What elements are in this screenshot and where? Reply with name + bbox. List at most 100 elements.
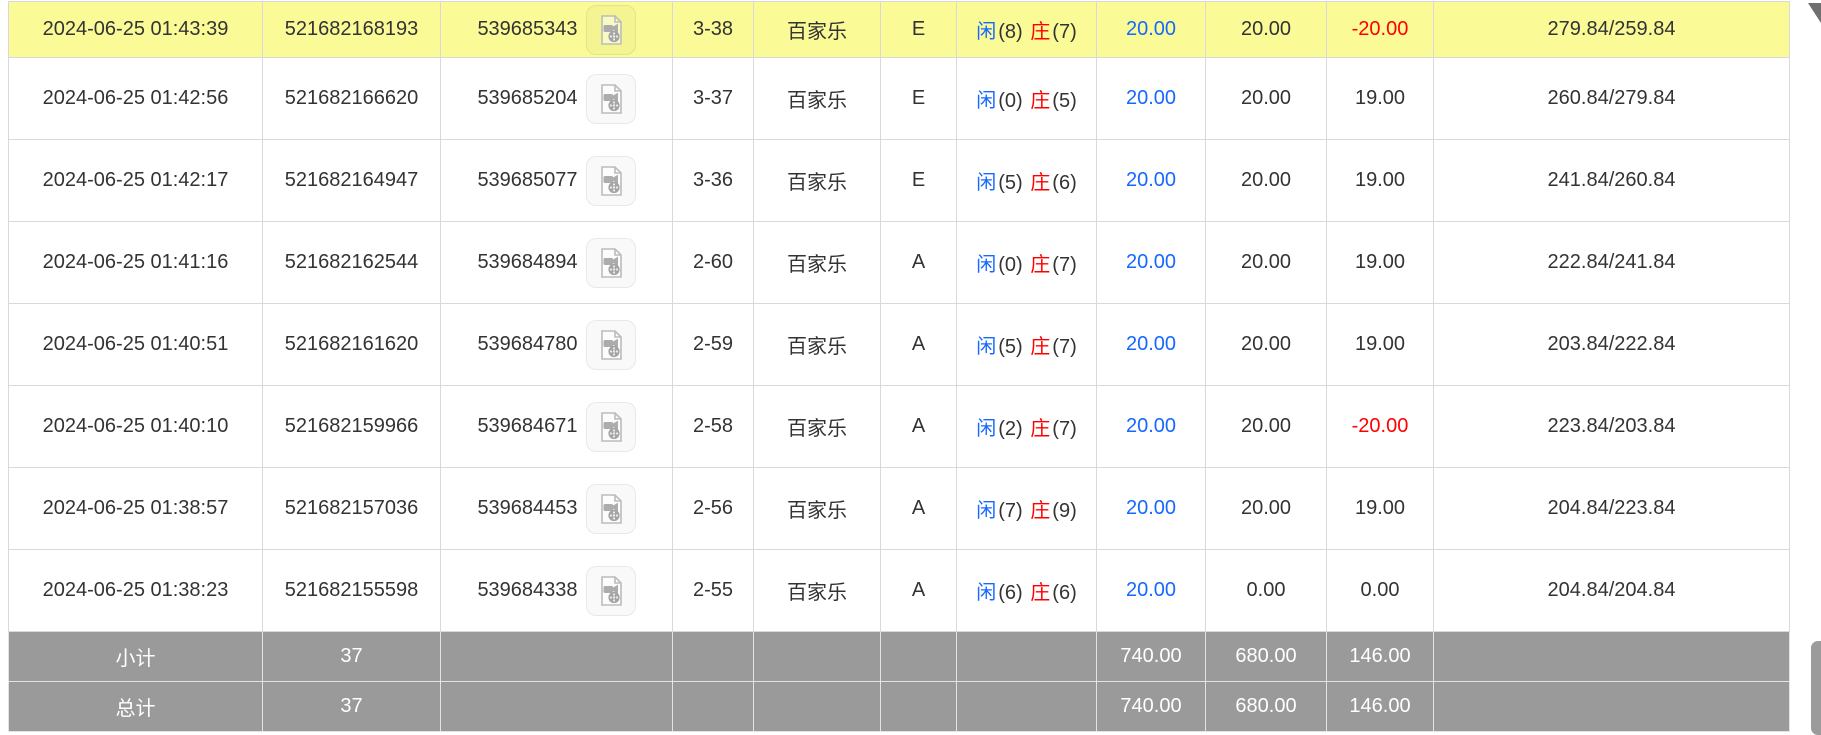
cell-order-no: 521682161620 [263,304,441,386]
video-file-icon [594,328,628,362]
cell-room-code: A [881,304,957,386]
cell-bet-amount: 20.00 [1097,58,1206,140]
cell-game-type: 百家乐 [754,2,881,58]
betting-records-screen: 2024-06-25 01:43:39521682168193539685343… [0,0,1821,735]
scrollbar-thumb[interactable] [1811,641,1821,735]
video-replay-button[interactable] [586,402,636,452]
cell-table-round: 3-36 [673,140,754,222]
cell-balance: 222.84/241.84 [1434,222,1790,304]
game-no-text: 539684894 [477,251,577,274]
table-row[interactable]: 2024-06-25 01:41:16521682162544 539684894… [9,222,1790,304]
game-no-group: 539684453 [441,484,672,534]
cell-room-code: A [881,550,957,632]
video-file-icon [594,13,628,47]
cell-win-loss: 19.00 [1327,304,1434,386]
table-row[interactable]: 2024-06-25 01:40:10521682159966539684671… [9,386,1790,468]
cell-bet-time: 2024-06-25 01:38:57 [9,468,263,550]
video-replay-button[interactable] [586,238,636,288]
player-result-label: 闲 [975,172,997,194]
summary-bet-total: 740.00 [1097,682,1206,732]
summary-bet-total: 740.00 [1097,632,1206,682]
cell-table-round: 2-58 [673,386,754,468]
table-row[interactable]: 2024-06-25 01:38:57521682157036539684453… [9,468,1790,550]
cell-bet-time: 2024-06-25 01:38:23 [9,550,263,632]
video-replay-button[interactable] [586,74,636,124]
video-replay-button[interactable] [586,156,636,206]
player-result-label: 闲 [975,418,997,440]
summary-empty-cell [754,682,881,732]
records-table-body: 2024-06-25 01:43:39521682168193539685343… [9,2,1790,732]
cell-win-loss: 19.00 [1327,222,1434,304]
cell-bet-time: 2024-06-25 01:41:16 [9,222,263,304]
cell-balance: 260.84/279.84 [1434,58,1790,140]
cell-game-no: 539684780 [441,304,673,386]
video-file-icon [594,410,628,444]
cell-order-no: 521682166620 [263,58,441,140]
cell-win-loss: -20.00 [1327,386,1434,468]
cell-order-no: 521682162544 [263,222,441,304]
cell-table-round: 2-59 [673,304,754,386]
cell-table-round: 2-56 [673,468,754,550]
scroll-corner-arrow-icon[interactable] [1808,3,1821,23]
game-no-group: 539685343 [441,5,672,55]
cell-bet-amount: 20.00 [1097,468,1206,550]
cell-order-no: 521682155598 [263,550,441,632]
cell-valid-amount: 20.00 [1206,386,1327,468]
cell-game-type: 百家乐 [754,468,881,550]
cell-result: 闲(5) 庄(7) [957,304,1097,386]
player-result-label: 闲 [975,582,997,604]
table-row[interactable]: 2024-06-25 01:42:17521682164947539685077… [9,140,1790,222]
cell-table-round: 2-60 [673,222,754,304]
cell-game-no: 539685204 [441,58,673,140]
summary-empty-cell [1434,632,1790,682]
video-file-icon [594,492,628,526]
summary-row: 小计37740.00680.00146.00 [9,632,1790,682]
cell-valid-amount: 20.00 [1206,304,1327,386]
banker-result-label: 庄 [1029,336,1051,358]
game-no-text: 539684453 [477,497,577,520]
cell-game-type: 百家乐 [754,550,881,632]
game-no-text: 539685343 [477,18,577,41]
cell-bet-amount: 20.00 [1097,386,1206,468]
table-row[interactable]: 2024-06-25 01:42:56521682166620539685204… [9,58,1790,140]
table-row[interactable]: 2024-06-25 01:40:51521682161620539684780… [9,304,1790,386]
table-row[interactable]: 2024-06-25 01:43:39521682168193539685343… [9,2,1790,58]
game-no-text: 539684338 [477,579,577,602]
video-file-icon [594,574,628,608]
cell-room-code: A [881,468,957,550]
summary-valid-total: 680.00 [1206,632,1327,682]
player-result-label: 闲 [975,21,997,43]
summary-empty-cell [957,632,1097,682]
video-replay-button[interactable] [586,484,636,534]
game-no-group: 539685204 [441,74,672,124]
summary-empty-cell [881,682,957,732]
cell-balance: 203.84/222.84 [1434,304,1790,386]
player-result-label: 闲 [975,254,997,276]
banker-result-points: (7) [1051,336,1077,358]
banker-result-label: 庄 [1029,418,1051,440]
video-replay-button[interactable] [586,5,636,55]
player-result-points: (5) [997,336,1023,358]
cell-game-no: 539684453 [441,468,673,550]
player-result-points: (0) [997,254,1023,276]
player-result-points: (7) [997,500,1023,522]
cell-result: 闲(0) 庄(7) [957,222,1097,304]
game-no-text: 539684671 [477,415,577,438]
cell-valid-amount: 20.00 [1206,468,1327,550]
video-replay-button[interactable] [586,320,636,370]
video-file-icon [594,164,628,198]
table-row[interactable]: 2024-06-25 01:38:23521682155598 539684338… [9,550,1790,632]
cell-room-code: E [881,58,957,140]
video-file-icon [594,246,628,280]
summary-win-loss-total: 146.00 [1327,682,1434,732]
summary-count-cell: 37 [263,632,441,682]
cell-win-loss: 19.00 [1327,140,1434,222]
cell-valid-amount: 20.00 [1206,222,1327,304]
video-replay-button[interactable] [586,566,636,616]
cell-game-type: 百家乐 [754,140,881,222]
player-result-points: (6) [997,582,1023,604]
cell-game-no: 539684671 [441,386,673,468]
game-no-group: 539684780 [441,320,672,370]
cell-valid-amount: 20.00 [1206,58,1327,140]
cell-valid-amount: 20.00 [1206,140,1327,222]
